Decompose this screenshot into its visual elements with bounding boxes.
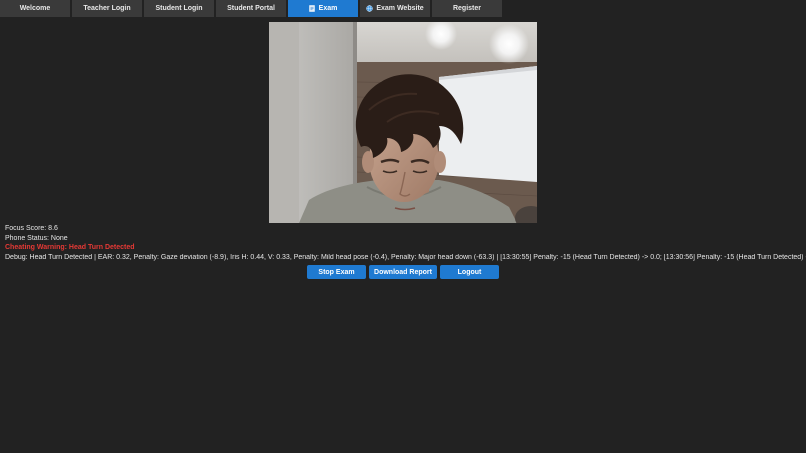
tab-exam-website[interactable]: Exam Website xyxy=(360,0,430,17)
tab-student-portal[interactable]: Student Portal xyxy=(216,0,286,17)
logout-button[interactable]: Logout xyxy=(440,265,499,279)
cheating-warning: Cheating Warning: Head Turn Detected xyxy=(5,244,135,251)
tab-label: Exam xyxy=(318,5,338,12)
document-icon xyxy=(309,5,316,12)
stop-exam-button[interactable]: Stop Exam xyxy=(307,265,366,279)
tab-register[interactable]: Register xyxy=(432,0,502,17)
tab-label: Exam Website xyxy=(376,5,424,12)
tab-label: Student Login xyxy=(155,5,203,12)
top-nav: Welcome Teacher Login Student Login Stud… xyxy=(0,0,504,17)
tab-student-login[interactable]: Student Login xyxy=(144,0,214,17)
tab-exam[interactable]: Exam xyxy=(288,0,358,17)
tab-label: Welcome xyxy=(19,5,51,12)
globe-icon xyxy=(366,5,374,12)
focus-score: Focus Score: 8.6 xyxy=(5,225,58,232)
tab-welcome[interactable]: Welcome xyxy=(0,0,70,17)
webcam-feed xyxy=(269,22,537,223)
download-report-button[interactable]: Download Report xyxy=(369,265,437,279)
tab-label: Student Portal xyxy=(227,5,275,12)
tab-label: Register xyxy=(452,5,481,12)
phone-status: Phone Status: None xyxy=(5,235,68,242)
tab-label: Teacher Login xyxy=(83,5,131,12)
tab-teacher-login[interactable]: Teacher Login xyxy=(72,0,142,17)
debug-log: Debug: Head Turn Detected | EAR: 0.32, P… xyxy=(5,254,806,261)
